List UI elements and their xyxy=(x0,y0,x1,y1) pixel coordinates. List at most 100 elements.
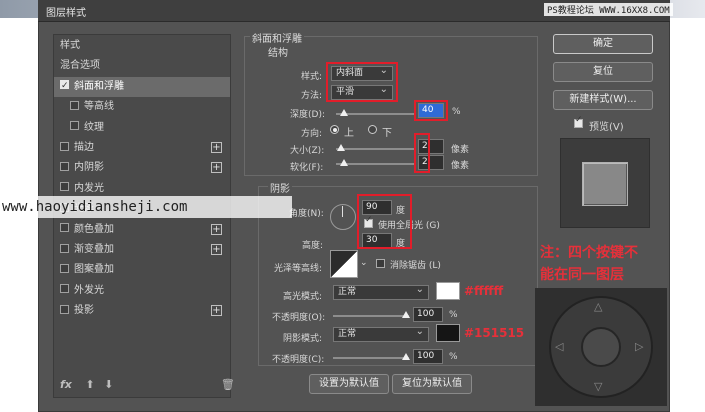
style-list-item[interactable]: 等高线 xyxy=(54,97,230,117)
add-effect-icon[interactable]: + xyxy=(211,244,222,255)
opacity1-unit: % xyxy=(449,310,458,320)
style-checkbox[interactable] xyxy=(60,243,69,253)
style-checkbox[interactable] xyxy=(60,182,69,192)
preview-thumbnail xyxy=(560,138,650,228)
move-down-icon[interactable]: ⬇ xyxy=(104,378,113,391)
annotation-line-1: 注：四个按键不 xyxy=(540,245,638,261)
style-list-item[interactable]: 样式 xyxy=(54,36,230,56)
style-list-item[interactable]: 纹理 xyxy=(54,118,230,138)
style-checkbox[interactable] xyxy=(60,141,69,151)
size-slider-track xyxy=(336,148,416,150)
style-list-item[interactable]: 图案叠加 xyxy=(54,260,230,280)
style-list-item[interactable]: 投影 + xyxy=(54,301,230,321)
add-effect-icon[interactable]: + xyxy=(211,142,222,153)
style-list-label: 样式 xyxy=(60,40,80,51)
style-list-item[interactable]: 混合选项 xyxy=(54,56,230,76)
style-list-label: 图案叠加 xyxy=(74,264,114,276)
style-checkbox[interactable] xyxy=(70,100,79,110)
style-list-label: 斜面和浮雕 xyxy=(74,80,124,92)
angle-dial[interactable] xyxy=(330,204,356,230)
direction-label: 方向: xyxy=(301,129,323,139)
style-checkbox[interactable] xyxy=(60,223,69,233)
direction-down-radio[interactable] xyxy=(368,125,377,134)
antialias-label: 消除锯齿 (L) xyxy=(390,261,441,271)
highlight-color-note: #ffffff xyxy=(464,284,504,298)
depth-highlight xyxy=(414,100,448,121)
style-list-item[interactable]: 斜面和浮雕 xyxy=(54,76,230,97)
opacity1-slider-thumb[interactable] xyxy=(402,311,410,318)
new-style-button[interactable]: 新建样式(W)... xyxy=(553,90,653,110)
make-default-button[interactable]: 设置为默认值 xyxy=(309,374,389,394)
preview-swatch xyxy=(582,162,628,206)
direction-down-label: 下 xyxy=(382,128,392,139)
fx-button[interactable]: fx xyxy=(60,378,72,391)
opacity2-label: 不透明度(C): xyxy=(272,355,325,365)
style-checkbox[interactable] xyxy=(60,161,69,171)
size-slider-thumb[interactable] xyxy=(337,144,345,151)
shadow-color-swatch[interactable] xyxy=(436,324,460,342)
style-checkbox[interactable] xyxy=(60,284,69,294)
style-list-item[interactable]: 外发光 xyxy=(54,281,230,301)
dpad-right-icon: ▷ xyxy=(635,340,644,353)
antialias-checkbox[interactable] xyxy=(376,259,385,268)
style-checkbox[interactable] xyxy=(70,121,79,131)
highlight-mode-select[interactable]: 正常 xyxy=(333,283,429,300)
style-list-label: 等高线 xyxy=(84,101,114,113)
angle-altitude-highlight xyxy=(357,194,412,249)
opacity1-slider-track xyxy=(333,315,409,317)
soften-slider-thumb[interactable] xyxy=(340,159,348,166)
add-effect-icon[interactable]: + xyxy=(211,305,222,317)
size-label: 大小(Z): xyxy=(290,146,325,156)
dpad-preview-image: △ ▽ ◁ ▷ xyxy=(535,288,667,406)
shadow-color-note: #151515 xyxy=(464,326,525,340)
style-checkbox[interactable] xyxy=(60,76,69,96)
method-label: 方法: xyxy=(301,91,323,101)
depth-slider-track xyxy=(336,113,416,115)
style-list-label: 颜色叠加 xyxy=(74,223,114,235)
preview-label: 预览(V) xyxy=(589,122,624,133)
styles-footer-toolbar: fx ⬆ ⬇ 🗑 xyxy=(60,378,235,391)
move-up-icon[interactable]: ⬆ xyxy=(85,378,94,391)
soften-unit: 像素 xyxy=(451,161,470,171)
add-effect-icon[interactable]: + xyxy=(211,162,222,174)
style-list-item[interactable]: 渐变叠加 + xyxy=(54,240,230,260)
direction-up-radio[interactable] xyxy=(330,125,339,134)
dpad-center xyxy=(581,327,621,367)
reset-button[interactable]: 复位 xyxy=(553,62,653,82)
angle-label: 角度(N): xyxy=(289,209,324,219)
reset-default-button[interactable]: 复位为默认值 xyxy=(392,374,472,394)
delete-icon[interactable]: 🗑 xyxy=(221,378,235,391)
highlight-color-swatch[interactable] xyxy=(436,282,460,300)
style-checkbox[interactable] xyxy=(60,304,69,314)
opacity2-input[interactable]: 100 xyxy=(413,349,443,364)
opacity1-label: 不透明度(O): xyxy=(272,313,326,323)
style-checkbox[interactable] xyxy=(60,263,69,273)
size-soften-highlight xyxy=(414,133,430,173)
preview-checkbox[interactable] xyxy=(574,115,583,128)
style-method-highlight xyxy=(326,62,398,102)
opacity2-slider-thumb[interactable] xyxy=(402,353,410,360)
shadow-mode-label: 阴影模式: xyxy=(283,334,323,344)
add-effect-icon[interactable]: + xyxy=(211,223,222,235)
gloss-contour-arrow-icon[interactable]: ⌄ xyxy=(360,258,368,268)
soften-slider-track xyxy=(336,163,416,165)
style-list-label: 描边 xyxy=(74,142,94,153)
style-list-item[interactable]: 颜色叠加 + xyxy=(54,220,230,240)
style-list-item[interactable]: 内阴影 + xyxy=(54,158,230,178)
annotation-line-2: 能在同一图层 xyxy=(540,267,624,283)
style-list-label: 纹理 xyxy=(84,121,104,133)
style-list-label: 投影 xyxy=(74,305,94,317)
shadow-mode-select[interactable]: 正常 xyxy=(333,325,429,342)
opacity1-input[interactable]: 100 xyxy=(413,307,443,322)
structure-title: 结构 xyxy=(266,44,290,59)
style-list-label: 混合选项 xyxy=(60,60,100,72)
ok-button[interactable]: 确定 xyxy=(553,34,653,54)
style-list-item[interactable]: 描边 + xyxy=(54,138,230,158)
shading-title: 阴影 xyxy=(268,180,292,195)
style-label: 样式: xyxy=(301,72,323,82)
highlight-mode-label: 高光模式: xyxy=(283,292,323,302)
section-title: 斜面和浮雕 xyxy=(250,30,304,45)
gloss-contour-picker[interactable] xyxy=(330,250,358,278)
opacity2-slider-track xyxy=(333,357,409,359)
depth-slider-thumb[interactable] xyxy=(340,109,348,116)
